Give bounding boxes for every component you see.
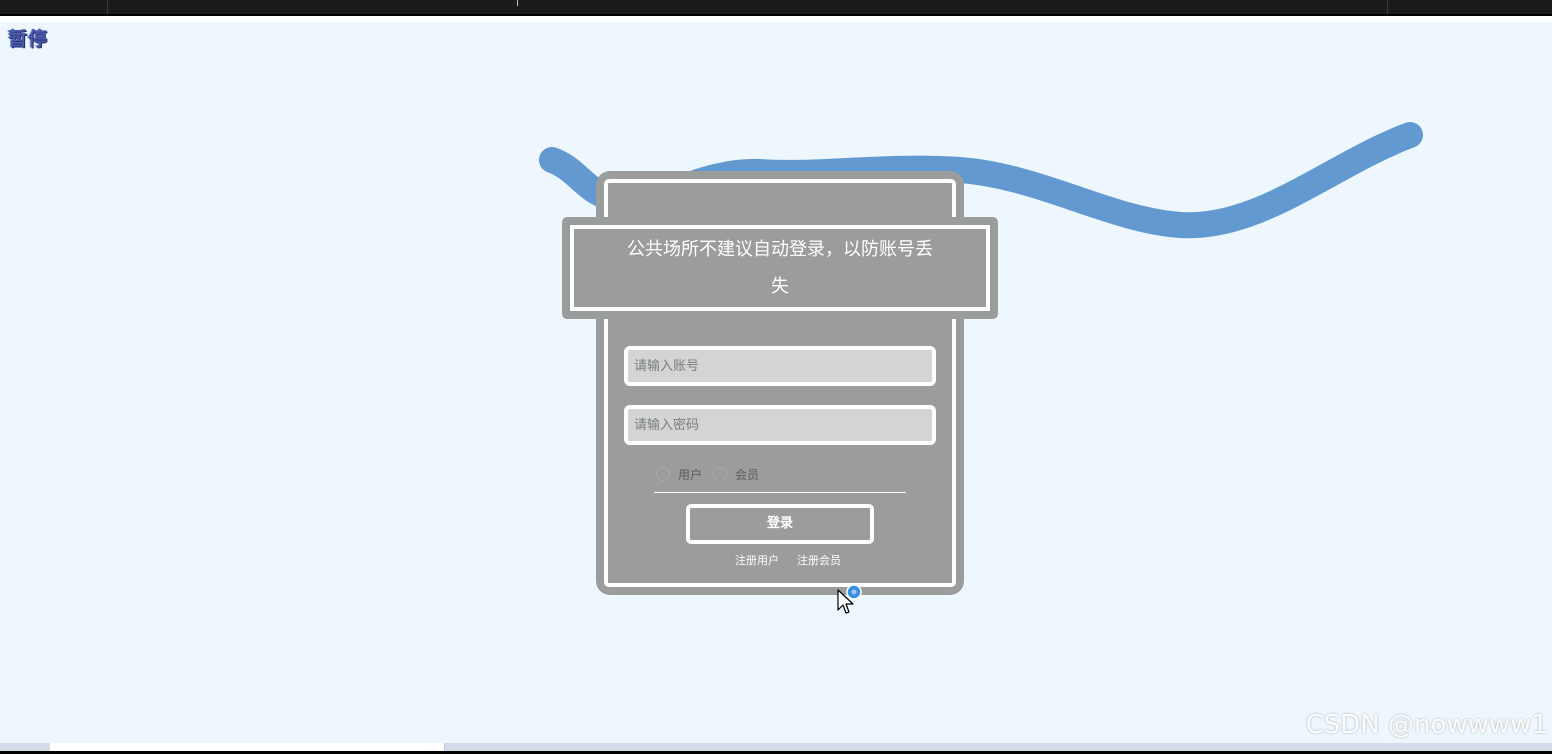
password-field[interactable] — [624, 405, 936, 445]
text-caret — [517, 0, 518, 6]
register-user-link[interactable]: 注册用户 — [735, 552, 779, 568]
role-selector: 用户 会员 — [654, 463, 906, 493]
top-bar-divider — [1387, 0, 1388, 14]
register-member-link[interactable]: 注册会员 — [797, 552, 841, 568]
top-bar-divider — [107, 0, 108, 14]
notice-text: 公共场所不建议自动登录，以防账号丢失 — [570, 225, 990, 311]
browser-top-bar — [0, 0, 1552, 16]
role-label-user: 用户 — [678, 467, 703, 482]
radio-user[interactable] — [656, 467, 670, 481]
password-input[interactable] — [628, 409, 932, 441]
register-links: 注册用户 注册会员 — [0, 552, 1552, 570]
role-label-member: 会员 — [735, 467, 760, 482]
bottom-bar — [0, 743, 1552, 754]
role-option-member[interactable]: 会员 — [713, 465, 759, 483]
radio-member[interactable] — [713, 467, 727, 481]
role-option-user[interactable]: 用户 — [656, 465, 702, 483]
click-indicator-core — [851, 589, 857, 595]
login-button[interactable]: 登录 — [686, 504, 874, 544]
watermark: CSDN @nowwww1 — [1305, 710, 1548, 740]
pause-label[interactable]: 暂停 — [8, 24, 48, 51]
account-field[interactable] — [624, 346, 936, 386]
top-strip — [0, 16, 1552, 22]
notice-banner: 公共场所不建议自动登录，以防账号丢失 — [562, 217, 998, 319]
account-input[interactable] — [628, 350, 932, 382]
mouse-cursor-icon — [837, 584, 862, 614]
